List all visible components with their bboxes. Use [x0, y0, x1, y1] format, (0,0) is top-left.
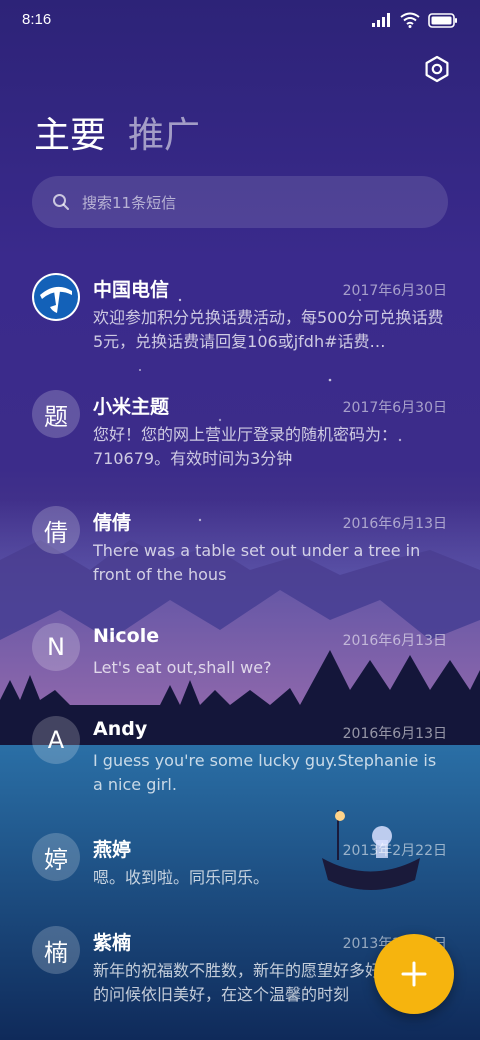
conversation-item[interactable]: 婷 燕婷 2013年2月22日 嗯。收到啦。同乐同乐。	[0, 830, 480, 930]
category-tabs: 主要 推广	[34, 112, 200, 160]
wifi-icon	[400, 12, 420, 28]
status-bar: 8:16	[0, 0, 480, 40]
conversation-item[interactable]: N Nicole 2016年6月13日 Let's eat out,shall …	[0, 620, 480, 720]
signal-icon	[372, 13, 390, 27]
status-icons	[372, 12, 458, 28]
contact-name: 燕婷	[93, 839, 132, 861]
avatar: 婷	[32, 833, 80, 881]
message-preview: 嗯。收到啦。同乐同乐。	[93, 868, 270, 887]
contact-name: 倩倩	[93, 512, 132, 534]
avatar: 题	[32, 390, 80, 438]
avatar: 倩	[32, 506, 80, 554]
conversation-item[interactable]: 倩 倩倩 2016年6月13日 There was a table set ou…	[0, 503, 480, 603]
contact-name: 小米主题	[93, 396, 170, 418]
contact-name: 中国电信	[93, 279, 170, 301]
search-placeholder: 搜索11条短信	[82, 193, 177, 212]
message-date: 2017年6月30日	[342, 283, 447, 299]
message-date: 2016年6月13日	[342, 516, 447, 532]
status-time: 8:16	[22, 11, 52, 28]
new-message-button[interactable]	[374, 934, 454, 1014]
message-preview: 您好！您的网上营业厅登录的随机密码为：710679。有效时间为3分钟	[93, 425, 398, 468]
avatar: A	[32, 716, 80, 764]
avatar: N	[32, 623, 80, 671]
message-date: 2016年6月13日	[342, 633, 447, 649]
tab-primary[interactable]: 主要	[34, 112, 106, 160]
messaging-screen: 8:16 主要 推广 搜索11条短信 中国电信 2017年6月30日 欢迎参加积…	[0, 0, 480, 1040]
conversation-item[interactable]: A Andy 2016年6月13日 I guess you're some lu…	[0, 713, 480, 813]
conversation-item[interactable]: 题 小米主题 2017年6月30日 您好！您的网上营业厅登录的随机密码为：710…	[0, 387, 480, 487]
message-preview: Let's eat out,shall we?	[93, 658, 272, 677]
contact-name: Nicole	[93, 625, 160, 647]
avatar: 楠	[32, 926, 80, 974]
message-date: 2013年2月22日	[342, 843, 447, 859]
settings-icon	[425, 55, 449, 83]
conversation-item[interactable]: 中国电信 2017年6月30日 欢迎参加积分兑换话费活动，每500分可兑换话费5…	[0, 270, 480, 370]
settings-button[interactable]	[422, 54, 452, 84]
plus-icon	[401, 961, 427, 987]
avatar	[32, 273, 80, 321]
search-icon	[53, 194, 69, 210]
contact-name: 紫楠	[93, 932, 132, 954]
contact-name: Andy	[93, 718, 148, 740]
message-date: 2016年6月13日	[342, 726, 447, 742]
china-telecom-logo-icon	[34, 275, 78, 319]
battery-icon	[428, 12, 457, 28]
tab-promotions[interactable]: 推广	[128, 112, 200, 160]
message-preview: I guess you're some lucky guy.Stephanie …	[93, 751, 437, 794]
search-bar[interactable]: 搜索11条短信	[32, 176, 448, 228]
message-preview: 欢迎参加积分兑换话费活动，每500分可兑换话费5元，兑换话费请回复106或jfd…	[93, 308, 444, 351]
message-preview: There was a table set out under a tree i…	[93, 541, 421, 584]
message-date: 2017年6月30日	[342, 400, 447, 416]
